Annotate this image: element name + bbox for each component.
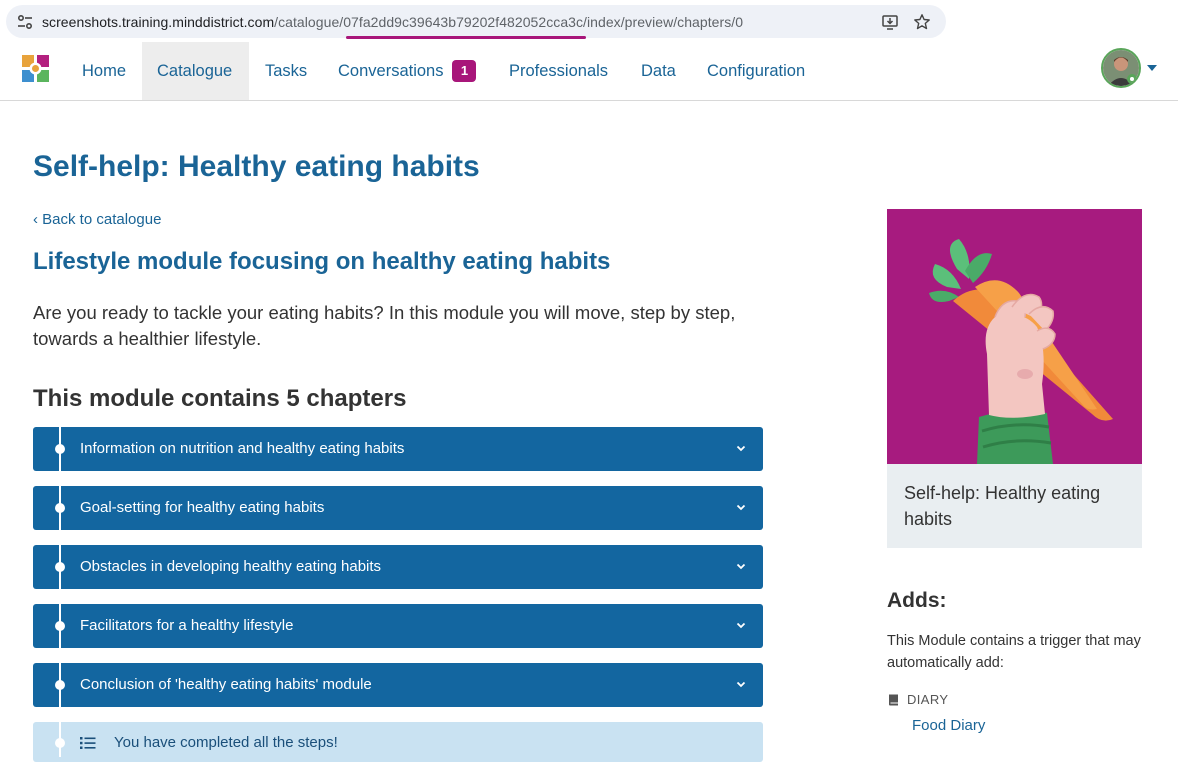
chevron-down-icon[interactable] <box>735 619 747 631</box>
completed-steps-banner: You have completed all the steps! <box>33 722 763 762</box>
url-host: screenshots.training.minddistrict.com <box>42 14 275 30</box>
food-diary-link[interactable]: Food Diary <box>912 717 985 734</box>
carrot-hand-illustration <box>887 209 1142 464</box>
chapter-timeline <box>59 427 61 757</box>
url-path-prefix: /catalogue/ <box>274 14 344 30</box>
adds-heading: Adds: <box>887 589 947 612</box>
chapter-label: Conclusion of 'healthy eating habits' mo… <box>80 676 372 693</box>
chapter-label: Information on nutrition and healthy eat… <box>80 440 405 457</box>
chevron-down-icon[interactable] <box>735 678 747 690</box>
timeline-dot <box>55 680 65 690</box>
url-highlight-underline <box>346 36 586 39</box>
user-menu-caret-icon[interactable] <box>1147 65 1157 71</box>
nav-tasks-label: Tasks <box>265 61 308 80</box>
chapters-heading: This module contains 5 chapters <box>33 385 407 412</box>
user-avatar[interactable] <box>1101 48 1141 88</box>
chapter-label: Obstacles in developing healthy eating h… <box>80 558 382 575</box>
chapter-item-4[interactable]: Facilitators for a healthy lifestyle <box>33 604 763 648</box>
url-text[interactable]: screenshots.training.minddistrict.com/ca… <box>42 14 743 30</box>
timeline-dot <box>55 562 65 572</box>
back-link-label: Back to catalogue <box>42 211 162 228</box>
conversations-count-badge: 1 <box>452 60 477 82</box>
nav-professionals[interactable]: Professionals <box>494 42 623 100</box>
book-icon <box>889 694 898 705</box>
card-title[interactable]: Self-help: Healthy eating habits <box>904 480 1129 532</box>
minddistrict-logo[interactable] <box>20 53 52 85</box>
chapter-item-2[interactable]: Goal-setting for healthy eating habits <box>33 486 763 530</box>
nav-data-label: Data <box>641 61 676 80</box>
nav-data[interactable]: Data <box>626 42 691 100</box>
timeline-dot <box>55 621 65 631</box>
adds-description: This Module contains a trigger that may … <box>887 633 1141 671</box>
nav-conversations-label: Conversations <box>338 61 444 80</box>
chapter-item-1[interactable]: Information on nutrition and healthy eat… <box>33 427 763 471</box>
diary-label: DIARY <box>907 692 949 707</box>
url-highlight: 07fa2dd9c39643b79202f482052cca3c <box>343 14 584 30</box>
nav-catalogue-label: Catalogue <box>157 61 233 80</box>
main-navigation: Home Catalogue Tasks Conversations 1 Prof… <box>0 42 1178 101</box>
chevron-down-icon[interactable] <box>735 442 747 454</box>
nav-tasks[interactable]: Tasks <box>250 42 322 100</box>
timeline-dot <box>55 444 65 454</box>
back-to-catalogue-link[interactable]: ‹ Back to catalogue <box>33 211 161 228</box>
chapter-label: Goal-setting for healthy eating habits <box>80 499 325 516</box>
nav-catalogue[interactable]: Catalogue <box>142 42 249 100</box>
timeline-dot <box>55 503 65 513</box>
nav-professionals-label: Professionals <box>509 61 609 80</box>
install-app-icon[interactable] <box>881 13 899 31</box>
site-settings-icon[interactable] <box>16 13 34 31</box>
chapter-list: Information on nutrition and healthy eat… <box>33 427 763 762</box>
module-card: Self-help: Healthy eating habits <box>887 209 1142 548</box>
nav-home[interactable]: Home <box>67 42 141 100</box>
chapter-item-5[interactable]: Conclusion of 'healthy eating habits' mo… <box>33 663 763 707</box>
module-intro: Are you ready to tackle your eating habi… <box>33 302 736 349</box>
chapter-item-3[interactable]: Obstacles in developing healthy eating h… <box>33 545 763 589</box>
bookmark-star-icon[interactable] <box>913 13 931 31</box>
nav-conversations[interactable]: Conversations 1 <box>323 42 491 100</box>
url-path-suffix: /index/preview/chapters/0 <box>583 14 744 30</box>
completed-steps-text: You have completed all the steps! <box>114 734 338 751</box>
list-icon <box>80 737 96 749</box>
diary-category: DIARY <box>887 692 949 707</box>
browser-toolbar: screenshots.training.minddistrict.com/ca… <box>0 0 1178 42</box>
address-bar[interactable]: screenshots.training.minddistrict.com/ca… <box>6 5 946 39</box>
chevron-left-icon: ‹ <box>33 211 43 228</box>
nav-home-label: Home <box>82 61 127 80</box>
nav-configuration[interactable]: Configuration <box>692 42 820 100</box>
user-photo <box>1103 50 1139 86</box>
nav-configuration-label: Configuration <box>707 61 806 80</box>
module-subtitle: Lifestyle module focusing on healthy eat… <box>33 248 611 275</box>
module-illustration <box>887 209 1142 464</box>
chevron-down-icon[interactable] <box>735 560 747 572</box>
chevron-down-icon[interactable] <box>735 501 747 513</box>
page-title: Self-help: Healthy eating habits <box>33 150 480 183</box>
chapter-label: Facilitators for a healthy lifestyle <box>80 617 294 634</box>
